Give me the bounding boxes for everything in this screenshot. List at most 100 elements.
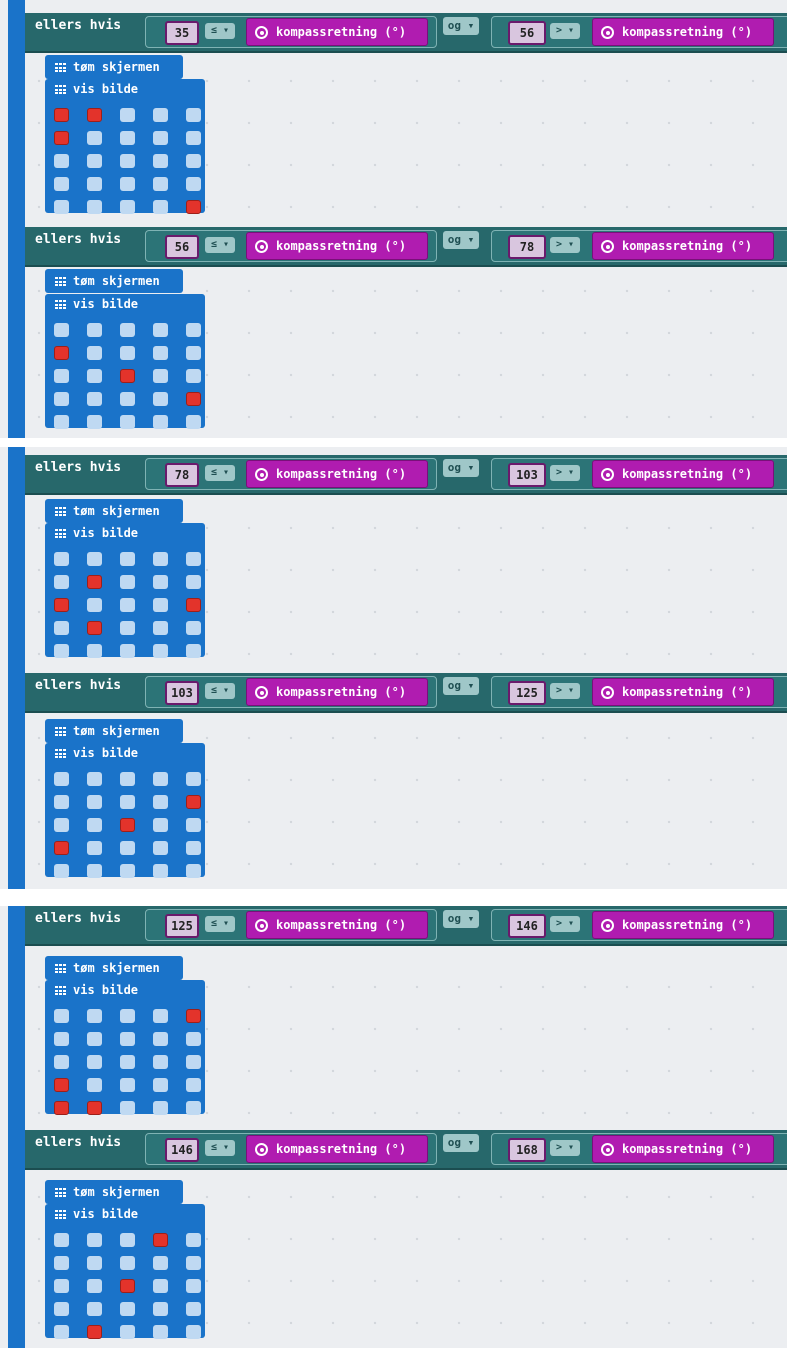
operator-le-dropdown[interactable]: ≤ ▾ <box>205 916 235 932</box>
led-cell[interactable] <box>186 131 201 145</box>
led-cell[interactable] <box>186 108 201 122</box>
led-cell[interactable] <box>186 552 201 566</box>
led-cell[interactable] <box>54 1101 69 1115</box>
led-cell[interactable] <box>120 575 135 589</box>
led-cell[interactable] <box>153 818 168 832</box>
led-cell[interactable] <box>120 1009 135 1023</box>
led-cell[interactable] <box>54 1078 69 1092</box>
led-cell[interactable] <box>54 1325 69 1339</box>
led-cell[interactable] <box>54 552 69 566</box>
compass-heading-block[interactable]: kompassretning (°) <box>246 460 428 488</box>
led-cell[interactable] <box>153 1078 168 1092</box>
led-cell[interactable] <box>120 177 135 191</box>
led-cell[interactable] <box>186 1101 201 1115</box>
show-image-block[interactable]: vis bilde <box>45 79 205 214</box>
compass-heading-block[interactable]: kompassretning (°) <box>246 678 428 706</box>
led-cell[interactable] <box>54 621 69 635</box>
else-if-block[interactable]: ellers hvis 146 ≤ ▾ kompassretning (°) og ▾ 1… <box>25 1130 787 1170</box>
led-cell[interactable] <box>120 1233 135 1247</box>
led-cell[interactable] <box>153 552 168 566</box>
and-dropdown[interactable]: og ▾ <box>443 17 479 35</box>
led-cell[interactable] <box>153 108 168 122</box>
led-cell[interactable] <box>87 1302 102 1316</box>
clear-screen-block[interactable]: tøm skjermen <box>45 499 183 523</box>
led-cell[interactable] <box>120 369 135 383</box>
led-cell[interactable] <box>186 575 201 589</box>
led-cell[interactable] <box>54 200 69 214</box>
led-cell[interactable] <box>120 1055 135 1069</box>
led-cell[interactable] <box>120 841 135 855</box>
led-cell[interactable] <box>120 1279 135 1293</box>
led-cell[interactable] <box>87 841 102 855</box>
led-cell[interactable] <box>120 1325 135 1339</box>
led-cell[interactable] <box>87 1256 102 1270</box>
led-cell[interactable] <box>120 1101 135 1115</box>
led-cell[interactable] <box>120 323 135 337</box>
else-if-block[interactable]: ellers hvis 56 ≤ ▾ kompassretning (°) og ▾ 78… <box>25 227 787 267</box>
compass-heading-block[interactable]: kompassretning (°) <box>592 232 774 260</box>
led-cell[interactable] <box>54 1009 69 1023</box>
led-cell[interactable] <box>120 392 135 406</box>
led-cell[interactable] <box>186 818 201 832</box>
led-cell[interactable] <box>153 864 168 878</box>
led-cell[interactable] <box>54 1233 69 1247</box>
led-cell[interactable] <box>54 177 69 191</box>
led-cell[interactable] <box>87 369 102 383</box>
led-cell[interactable] <box>153 1256 168 1270</box>
led-cell[interactable] <box>186 1233 201 1247</box>
led-cell[interactable] <box>54 644 69 658</box>
led-cell[interactable] <box>87 772 102 786</box>
led-cell[interactable] <box>153 1055 168 1069</box>
operator-gt-dropdown[interactable]: > ▾ <box>550 23 580 39</box>
led-cell[interactable] <box>87 552 102 566</box>
operator-le-dropdown[interactable]: ≤ ▾ <box>205 465 235 481</box>
show-image-block[interactable]: vis bilde <box>45 294 205 429</box>
led-cell[interactable] <box>87 200 102 214</box>
led-cell[interactable] <box>54 1032 69 1046</box>
led-cell[interactable] <box>54 369 69 383</box>
led-cell[interactable] <box>120 644 135 658</box>
clear-screen-block[interactable]: tøm skjermen <box>45 269 183 293</box>
led-cell[interactable] <box>54 1279 69 1293</box>
led-cell[interactable] <box>186 346 201 360</box>
led-cell[interactable] <box>87 1032 102 1046</box>
led-cell[interactable] <box>153 1302 168 1316</box>
led-cell[interactable] <box>186 1279 201 1293</box>
and-dropdown[interactable]: og ▾ <box>443 677 479 695</box>
led-cell[interactable] <box>54 1302 69 1316</box>
led-cell[interactable] <box>87 598 102 612</box>
led-cell[interactable] <box>87 392 102 406</box>
compass-heading-block[interactable]: kompassretning (°) <box>592 911 774 939</box>
led-cell[interactable] <box>153 200 168 214</box>
led-cell[interactable] <box>120 200 135 214</box>
led-cell[interactable] <box>120 415 135 429</box>
and-dropdown[interactable]: og ▾ <box>443 910 479 928</box>
led-cell[interactable] <box>87 346 102 360</box>
led-cell[interactable] <box>153 644 168 658</box>
led-cell[interactable] <box>186 1055 201 1069</box>
low-value-input[interactable]: 35 <box>165 21 199 45</box>
led-cell[interactable] <box>153 575 168 589</box>
high-value-input[interactable]: 56 <box>508 21 546 45</box>
led-cell[interactable] <box>54 818 69 832</box>
operator-le-dropdown[interactable]: ≤ ▾ <box>205 683 235 699</box>
operator-le-dropdown[interactable]: ≤ ▾ <box>205 1140 235 1156</box>
led-cell[interactable] <box>120 772 135 786</box>
led-cell[interactable] <box>54 1256 69 1270</box>
operator-le-dropdown[interactable]: ≤ ▾ <box>205 23 235 39</box>
high-value-input[interactable]: 125 <box>508 681 546 705</box>
low-value-input[interactable]: 56 <box>165 235 199 259</box>
led-cell[interactable] <box>186 841 201 855</box>
led-cell[interactable] <box>87 108 102 122</box>
led-cell[interactable] <box>153 1233 168 1247</box>
led-cell[interactable] <box>153 841 168 855</box>
led-cell[interactable] <box>120 131 135 145</box>
high-value-input[interactable]: 168 <box>508 1138 546 1162</box>
led-cell[interactable] <box>87 864 102 878</box>
compass-heading-block[interactable]: kompassretning (°) <box>592 460 774 488</box>
led-cell[interactable] <box>87 1009 102 1023</box>
led-cell[interactable] <box>54 598 69 612</box>
led-cell[interactable] <box>120 1256 135 1270</box>
led-cell[interactable] <box>153 346 168 360</box>
show-image-block[interactable]: vis bilde <box>45 523 205 658</box>
